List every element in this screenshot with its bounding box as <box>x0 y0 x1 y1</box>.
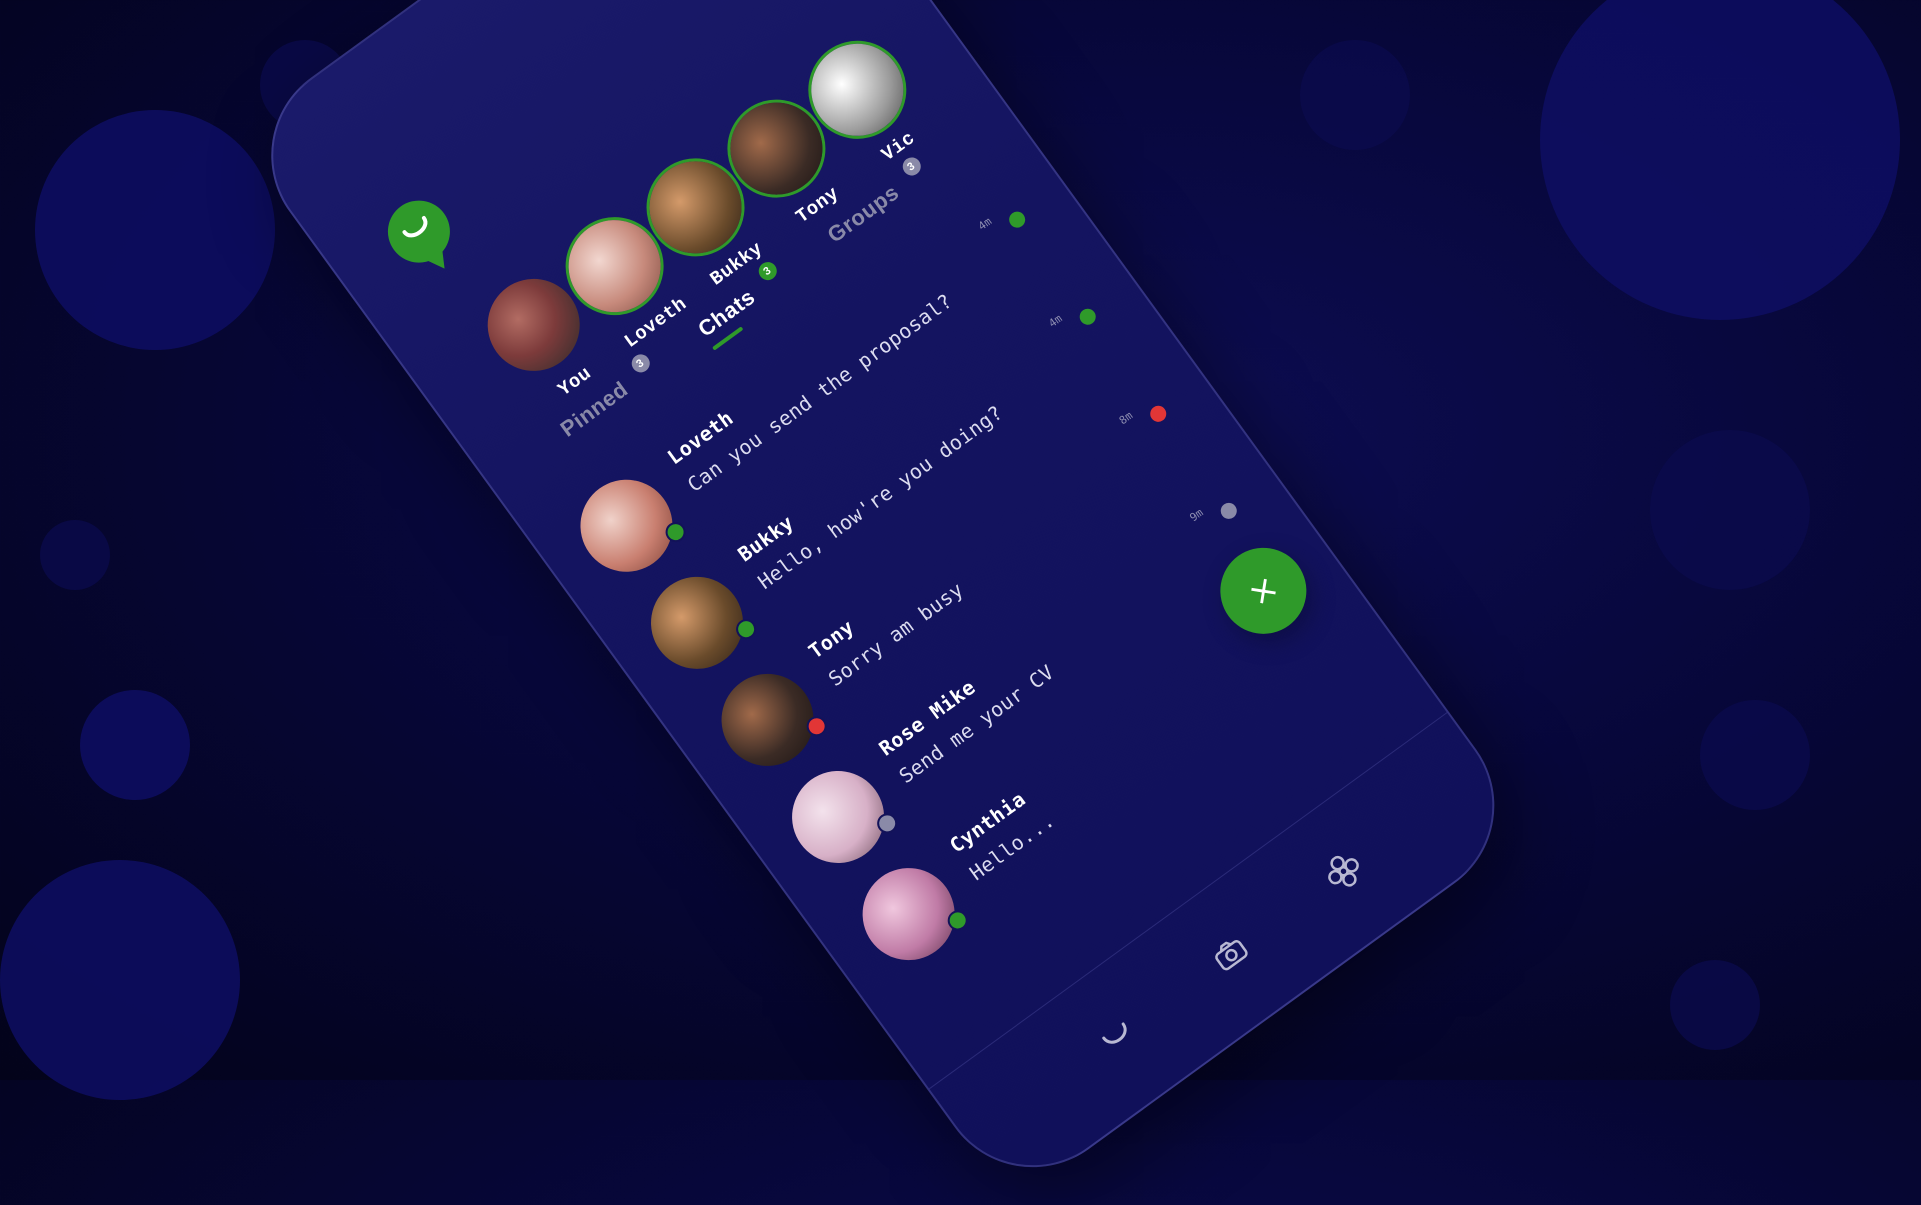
background-bubble <box>1700 700 1810 810</box>
background-bubble <box>1300 40 1410 150</box>
app-logo <box>375 188 463 275</box>
background-bubble <box>1670 960 1760 1050</box>
settings-flower-icon[interactable] <box>1311 839 1375 903</box>
phone-icon-svg <box>1102 1022 1127 1044</box>
phone-icon[interactable] <box>1085 1004 1149 1068</box>
close-icon: × <box>1240 566 1287 616</box>
chat-time: 8m <box>1116 408 1136 428</box>
unread-indicator <box>1217 499 1240 523</box>
background-bubble <box>1650 430 1810 590</box>
chat-time: 4m <box>1046 311 1065 331</box>
camera-icon-svg <box>1215 940 1248 971</box>
unread-indicator <box>1005 208 1029 231</box>
phone-chat-icon <box>402 216 428 238</box>
phone-device: You Loveth Bukky Tony Vic Pinned 3 Chats… <box>233 0 1533 1205</box>
unread-indicator <box>1147 402 1170 425</box>
chat-time: 4m <box>975 214 995 234</box>
unread-indicator <box>1076 305 1099 328</box>
background-bubble <box>0 860 240 1100</box>
background-bubble <box>1540 0 1900 320</box>
chat-time: 9m <box>1187 506 1206 525</box>
background-bubble <box>40 520 110 590</box>
background-bubble <box>35 110 275 350</box>
tab-badge: 3 <box>627 350 654 377</box>
settings-flower-icon-svg <box>1328 855 1359 887</box>
tab-badge: 3 <box>898 154 924 180</box>
camera-icon[interactable] <box>1198 921 1262 985</box>
background-bubble <box>80 690 190 800</box>
tab-badge: 3 <box>755 258 781 284</box>
